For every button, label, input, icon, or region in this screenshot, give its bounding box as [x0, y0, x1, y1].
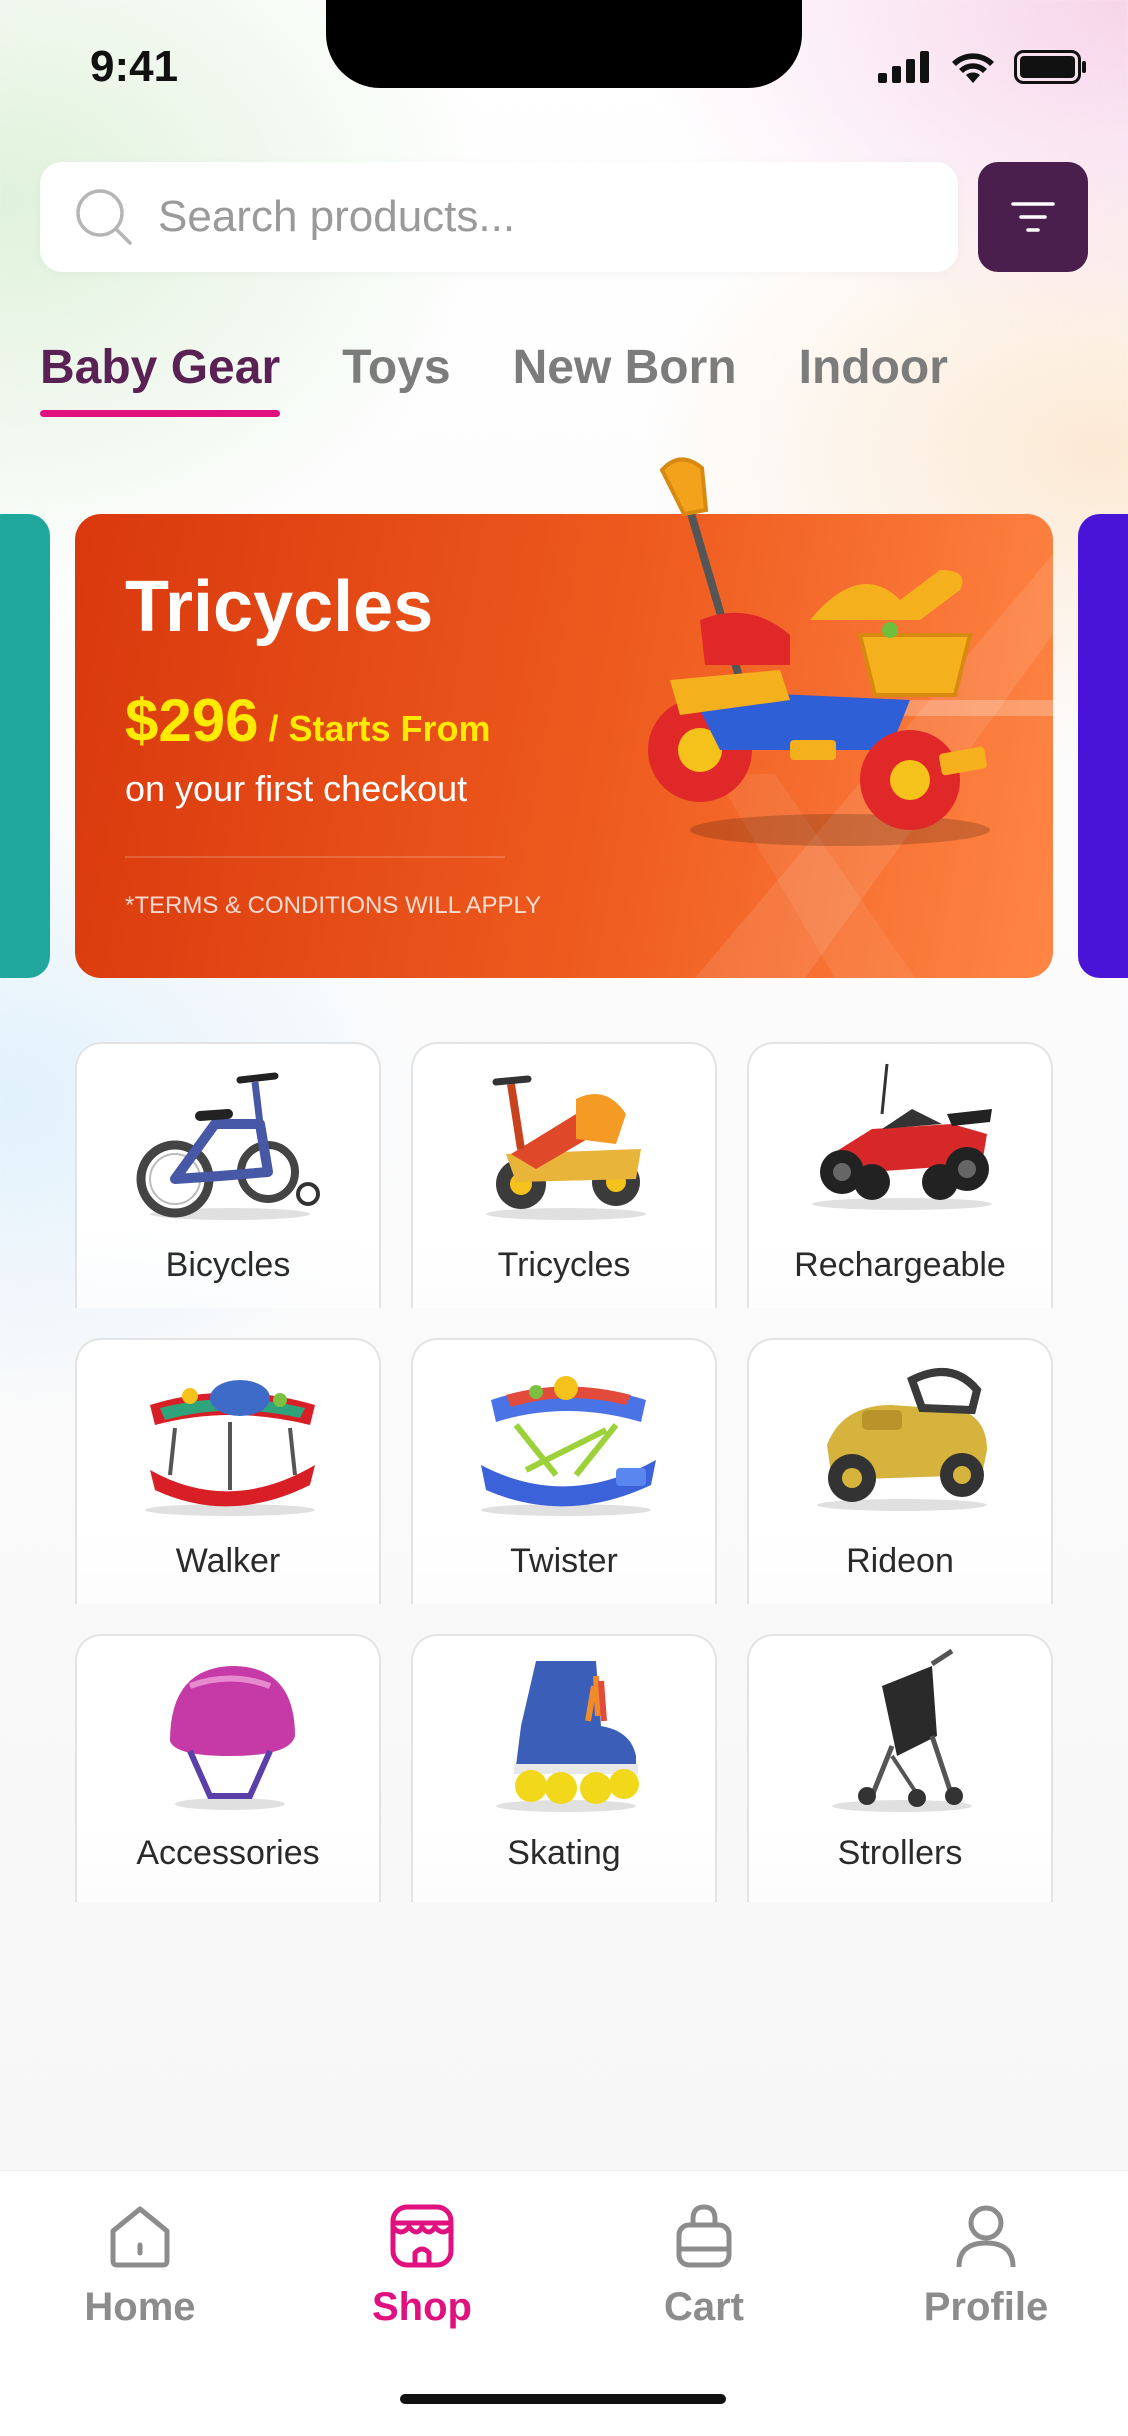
search-input[interactable]: [158, 192, 918, 242]
rc-car-icon: [812, 1063, 992, 1210]
nav-home-label: Home: [84, 2285, 196, 2329]
twister-icon: [481, 1376, 656, 1516]
cellular-signal-icon: [878, 51, 929, 83]
category-grid: Bicycles Tricycles Rechargeable Walker T…: [75, 1042, 1053, 1902]
category-card-twister[interactable]: Twister: [411, 1338, 717, 1604]
category-tabs: Baby Gear Toys New Born Indoor: [40, 340, 948, 417]
banner-divider: [125, 856, 505, 858]
category-label: Rideon: [846, 1542, 954, 1580]
search-icon: [76, 189, 132, 245]
walker-icon: [145, 1380, 315, 1516]
category-card-rideon[interactable]: Rideon: [747, 1338, 1053, 1604]
category-card-bicycles[interactable]: Bicycles: [75, 1042, 381, 1308]
category-card-rechargeable[interactable]: Rechargeable: [747, 1042, 1053, 1308]
status-icons: [878, 50, 1088, 84]
battery-icon: [1014, 50, 1086, 84]
category-card-tricycles[interactable]: Tricycles: [411, 1042, 717, 1308]
category-label: Skating: [507, 1834, 621, 1872]
category-card-walker[interactable]: Walker: [75, 1338, 381, 1604]
shop-icon: [390, 2204, 454, 2268]
tab-baby-gear[interactable]: Baby Gear: [40, 340, 281, 417]
tricycle-icon: [486, 1075, 646, 1220]
category-label: Tricycles: [497, 1246, 631, 1284]
banner-subtitle: on your first checkout: [125, 768, 468, 809]
nav-cart[interactable]: Cart: [604, 2201, 804, 2330]
category-label: Walker: [175, 1542, 281, 1580]
status-time: 9:41: [90, 42, 179, 91]
stroller-icon: [832, 1648, 972, 1812]
category-label: Accessories: [136, 1834, 320, 1872]
profile-icon: [956, 2205, 1016, 2268]
tab-new-born[interactable]: New Born: [513, 340, 737, 417]
filter-button[interactable]: [978, 162, 1088, 272]
tab-toys[interactable]: Toys: [342, 340, 450, 417]
tricycle-illustration: [648, 457, 990, 846]
search-bar[interactable]: [40, 162, 958, 272]
nav-profile-label: Profile: [923, 2285, 1049, 2329]
nav-shop-label: Shop: [372, 2285, 472, 2329]
carousel-next-card[interactable]: [1078, 514, 1128, 978]
nav-shop[interactable]: Shop: [322, 2201, 522, 2330]
roller-skate-icon: [496, 1661, 639, 1812]
carousel-prev-card[interactable]: [0, 514, 50, 978]
category-card-accessories[interactable]: Accessories: [75, 1634, 381, 1902]
banner-terms: *TERMS & CONDITIONS WILL APPLY: [125, 892, 542, 919]
category-card-skating[interactable]: Skating: [411, 1634, 717, 1902]
rideon-car-icon: [817, 1368, 987, 1511]
device-notch: [326, 0, 802, 88]
cart-bag-icon: [676, 2204, 732, 2268]
banner-title: Tricycles: [125, 567, 434, 647]
home-indicator: [400, 2394, 726, 2404]
category-label: Strollers: [837, 1834, 963, 1872]
category-label: Twister: [510, 1542, 618, 1580]
filter-icon: [1011, 202, 1055, 232]
banner-price-amount: $296: [125, 687, 259, 754]
nav-cart-label: Cart: [663, 2285, 745, 2329]
category-label: Bicycles: [165, 1246, 291, 1284]
status-bar: 9:41: [0, 0, 1128, 140]
banner-price: $296 / Starts From: [125, 686, 491, 755]
home-icon: [110, 2206, 170, 2268]
category-card-strollers[interactable]: Strollers: [747, 1634, 1053, 1902]
helmet-icon: [170, 1666, 295, 1810]
category-label: Rechargeable: [794, 1246, 1006, 1284]
nav-profile[interactable]: Profile: [886, 2201, 1086, 2330]
banner-price-suffix: / Starts From: [258, 708, 491, 749]
bicycle-icon: [136, 1072, 320, 1220]
nav-home[interactable]: Home: [40, 2201, 240, 2330]
tab-indoor[interactable]: Indoor: [799, 340, 948, 417]
wifi-icon: [952, 53, 994, 83]
